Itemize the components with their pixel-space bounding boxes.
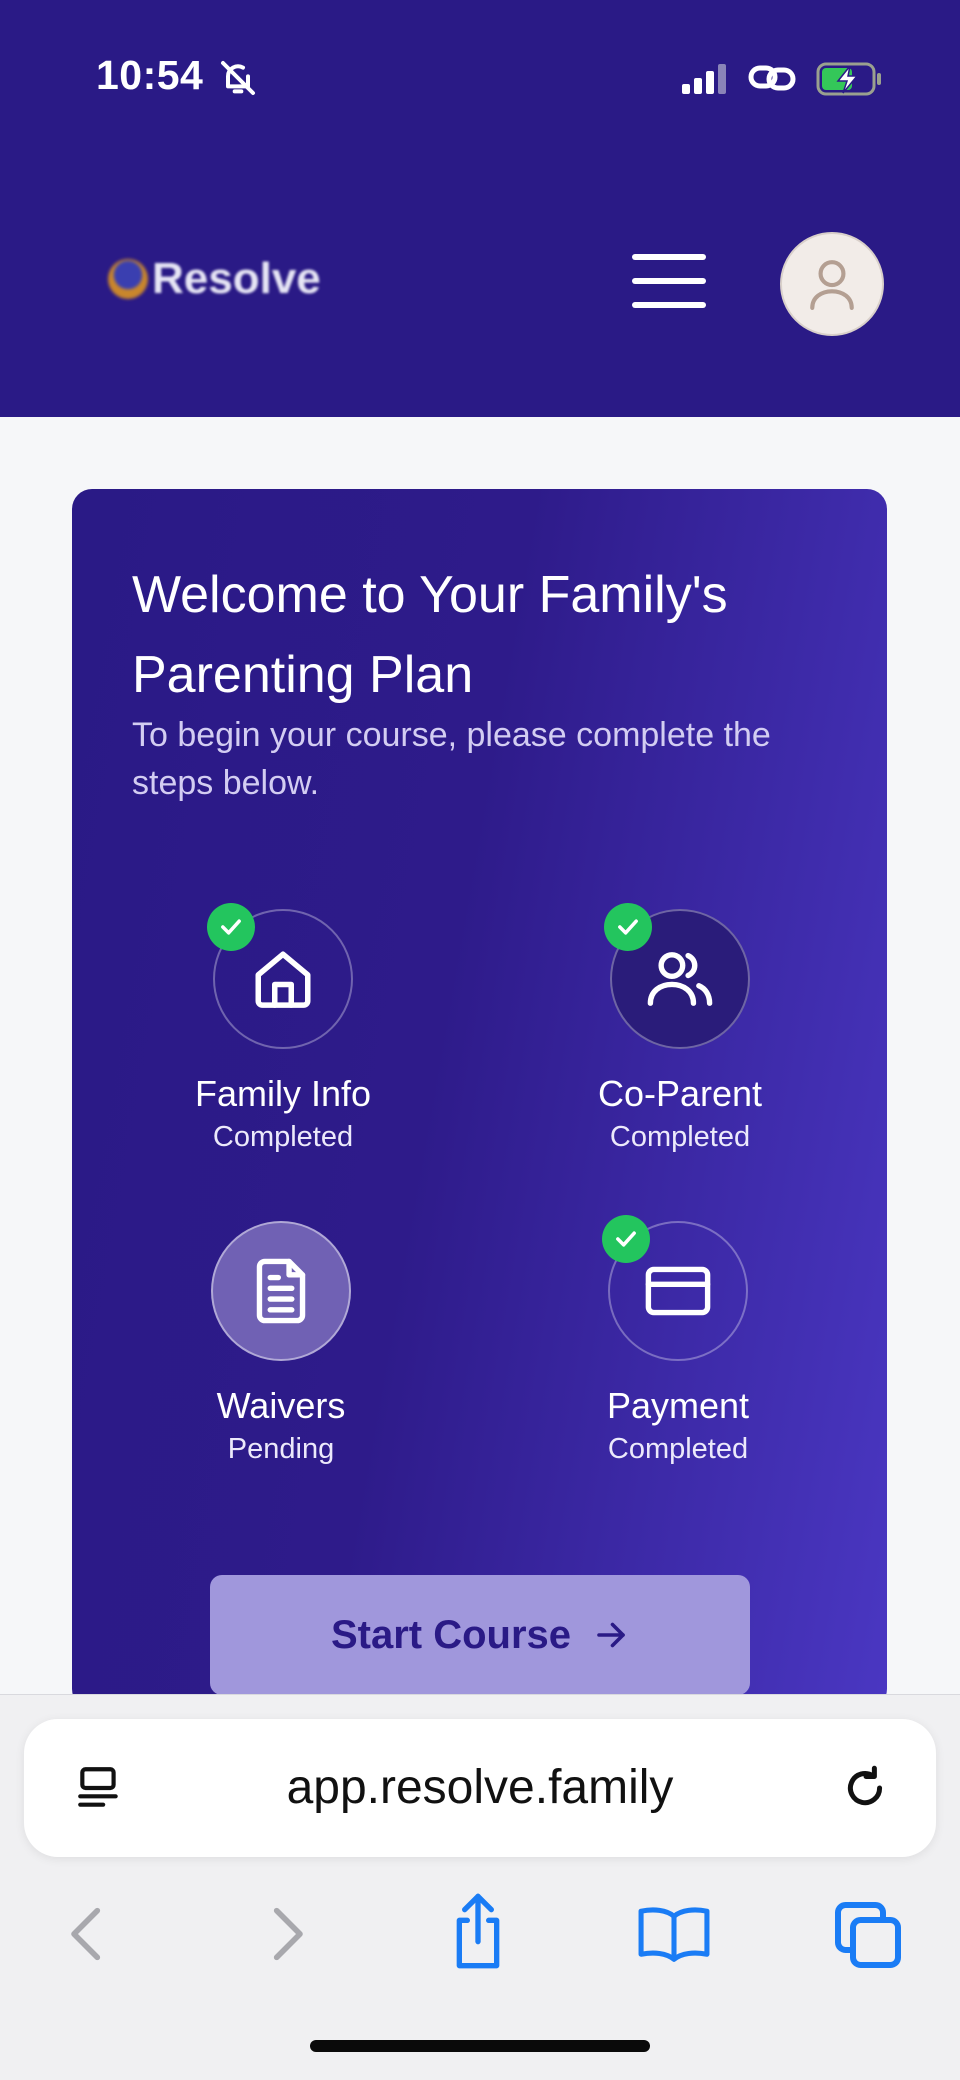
- credit-card-icon: [645, 1266, 711, 1316]
- step-co-parent-circle[interactable]: [604, 903, 750, 1049]
- personal-hotspot-icon: [748, 65, 796, 91]
- step-label: Co-Parent: [597, 1073, 763, 1114]
- logo-mark: [108, 259, 148, 299]
- check-icon: [207, 903, 255, 951]
- home-icon: [255, 951, 311, 1008]
- step-label: Waivers: [216, 1385, 346, 1426]
- step-status: Pending: [227, 1433, 335, 1465]
- card-subtitle: To begin your course, please complete th…: [132, 716, 771, 802]
- home-indicator: [310, 2040, 650, 2052]
- share-icon[interactable]: [446, 1891, 510, 1971]
- app-header: 10:54 Resolve: [0, 0, 960, 417]
- resolve-logo[interactable]: Resolve: [108, 254, 321, 304]
- step-family-info[interactable]: Family Info Completed: [133, 903, 433, 1154]
- status-time: 10:54: [96, 52, 204, 98]
- step-payment[interactable]: Payment Completed: [528, 1215, 828, 1466]
- reload-icon[interactable]: [840, 1763, 890, 1813]
- users-icon: [647, 952, 713, 1006]
- step-status: Completed: [609, 1121, 751, 1153]
- document-icon: [256, 1258, 306, 1324]
- step-co-parent[interactable]: Co-Parent Completed: [530, 903, 830, 1154]
- back-icon[interactable]: [60, 1899, 116, 1969]
- forward-icon[interactable]: [258, 1899, 314, 1969]
- arrow-right-icon: [597, 1622, 625, 1648]
- start-course-button[interactable]: Start Course: [210, 1575, 750, 1695]
- bell-off-icon: [221, 61, 255, 95]
- user-avatar-button[interactable]: [780, 232, 884, 336]
- step-family-info-circle[interactable]: [207, 903, 353, 1049]
- browser-toolbar: app.resolve.family: [0, 1694, 960, 2080]
- step-status: Completed: [212, 1121, 354, 1153]
- step-label: Payment: [606, 1385, 750, 1426]
- battery-charging-icon: [816, 62, 881, 96]
- welcome-card: Welcome to Your Family's Parenting Plan …: [72, 489, 887, 1709]
- check-icon: [602, 1215, 650, 1263]
- tabs-icon[interactable]: [832, 1899, 904, 1971]
- step-status: Completed: [607, 1433, 749, 1465]
- card-title: Welcome to Your Family's Parenting Plan: [132, 566, 728, 704]
- step-waivers[interactable]: Waivers Pending: [131, 1221, 431, 1466]
- step-label: Family Info: [194, 1073, 372, 1114]
- step-payment-circle[interactable]: [602, 1215, 748, 1361]
- address-bar[interactable]: app.resolve.family: [24, 1719, 936, 1857]
- logo-text: Resolve: [152, 254, 321, 303]
- start-course-label: Start Course: [330, 1612, 572, 1657]
- url-text[interactable]: app.resolve.family: [24, 1719, 936, 1857]
- check-icon: [604, 903, 652, 951]
- step-waivers-circle[interactable]: [211, 1221, 351, 1361]
- bookmarks-icon[interactable]: [636, 1903, 712, 1965]
- hamburger-menu-icon[interactable]: [628, 252, 710, 310]
- signal-icon: [682, 64, 726, 94]
- user-icon: [810, 260, 854, 310]
